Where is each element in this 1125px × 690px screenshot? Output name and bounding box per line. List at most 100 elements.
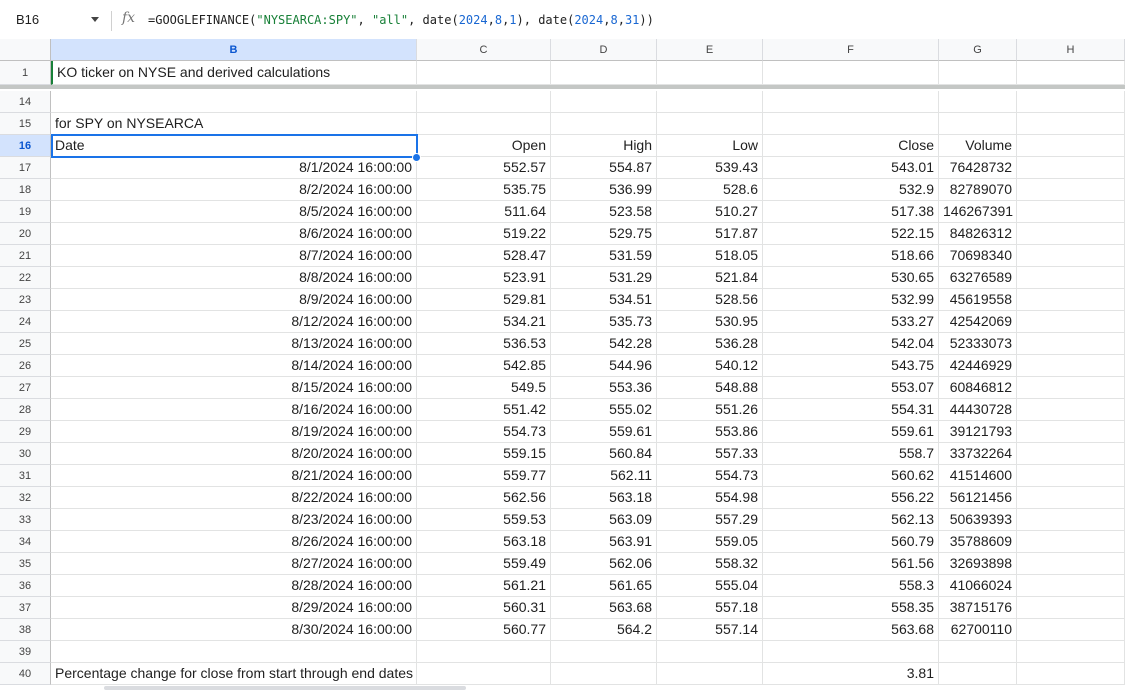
table-cell-open[interactable]: 559.77 <box>417 465 551 487</box>
table-cell-volume[interactable]: 35788609 <box>939 531 1017 553</box>
column-header-f[interactable]: F <box>763 39 939 61</box>
table-cell-low[interactable]: 517.87 <box>657 223 763 245</box>
table-cell-open[interactable]: 554.73 <box>417 421 551 443</box>
row-header-16[interactable]: 16 <box>0 135 51 157</box>
table-cell-open[interactable]: 542.85 <box>417 355 551 377</box>
table-cell-date[interactable]: 8/22/2024 16:00:00 <box>51 487 417 509</box>
percentage-change-value[interactable]: 3.81 <box>763 663 939 685</box>
cell[interactable] <box>657 61 763 85</box>
cell[interactable] <box>551 91 657 113</box>
table-cell-volume[interactable]: 41514600 <box>939 465 1017 487</box>
row-header-18[interactable]: 18 <box>0 179 51 201</box>
table-cell-high[interactable]: 563.68 <box>551 597 657 619</box>
table-cell-open[interactable]: 551.42 <box>417 399 551 421</box>
table-cell-close[interactable]: 553.07 <box>763 377 939 399</box>
table-cell-volume[interactable]: 44430728 <box>939 399 1017 421</box>
table-cell-date[interactable]: 8/20/2024 16:00:00 <box>51 443 417 465</box>
table-cell-date[interactable]: 8/13/2024 16:00:00 <box>51 333 417 355</box>
row-header-21[interactable]: 21 <box>0 245 51 267</box>
cell[interactable] <box>417 91 551 113</box>
column-title-close[interactable]: Close <box>763 135 939 157</box>
row-header-31[interactable]: 31 <box>0 465 51 487</box>
cell[interactable] <box>763 113 939 135</box>
row-header-32[interactable]: 32 <box>0 487 51 509</box>
cell[interactable] <box>551 61 657 85</box>
table-cell-date[interactable]: 8/15/2024 16:00:00 <box>51 377 417 399</box>
table-cell-close[interactable]: 533.27 <box>763 311 939 333</box>
horizontal-scrollbar[interactable] <box>104 686 466 690</box>
row-header-28[interactable]: 28 <box>0 399 51 421</box>
column-header-c[interactable]: C <box>417 39 551 61</box>
cell[interactable] <box>51 91 417 113</box>
table-cell-low[interactable]: 557.18 <box>657 597 763 619</box>
column-header-b[interactable]: B <box>51 39 417 61</box>
cell[interactable] <box>1017 575 1125 597</box>
cell[interactable] <box>1017 245 1125 267</box>
table-cell-open[interactable]: 549.5 <box>417 377 551 399</box>
cell[interactable] <box>1017 135 1125 157</box>
table-cell-low[interactable]: 553.86 <box>657 421 763 443</box>
table-cell-date[interactable]: 8/5/2024 16:00:00 <box>51 201 417 223</box>
table-cell-volume[interactable]: 82789070 <box>939 179 1017 201</box>
table-cell-date[interactable]: 8/14/2024 16:00:00 <box>51 355 417 377</box>
cell[interactable] <box>1017 509 1125 531</box>
cell[interactable] <box>1017 487 1125 509</box>
column-title-open[interactable]: Open <box>417 135 551 157</box>
table-cell-open[interactable]: 559.15 <box>417 443 551 465</box>
cell[interactable] <box>939 91 1017 113</box>
cell[interactable] <box>1017 641 1125 663</box>
cell[interactable] <box>1017 267 1125 289</box>
table-cell-open[interactable]: 528.47 <box>417 245 551 267</box>
cell[interactable] <box>939 663 1017 685</box>
table-cell-low[interactable]: 518.05 <box>657 245 763 267</box>
row-header-34[interactable]: 34 <box>0 531 51 553</box>
cell[interactable] <box>551 663 657 685</box>
row-header-37[interactable]: 37 <box>0 597 51 619</box>
table-cell-volume[interactable]: 41066024 <box>939 575 1017 597</box>
table-cell-high[interactable]: 555.02 <box>551 399 657 421</box>
cell[interactable] <box>657 663 763 685</box>
row-header-1[interactable]: 1 <box>0 61 51 85</box>
row-header-26[interactable]: 26 <box>0 355 51 377</box>
row-header-15[interactable]: 15 <box>0 113 51 135</box>
table-cell-close[interactable]: 554.31 <box>763 399 939 421</box>
row-header-24[interactable]: 24 <box>0 311 51 333</box>
table-cell-low[interactable]: 555.04 <box>657 575 763 597</box>
table-cell-volume[interactable]: 42542069 <box>939 311 1017 333</box>
row-header-33[interactable]: 33 <box>0 509 51 531</box>
table-cell-volume[interactable]: 76428732 <box>939 157 1017 179</box>
table-cell-close[interactable]: 530.65 <box>763 267 939 289</box>
table-cell-high[interactable]: 560.84 <box>551 443 657 465</box>
cell[interactable] <box>763 91 939 113</box>
table-cell-date[interactable]: 8/8/2024 16:00:00 <box>51 267 417 289</box>
percentage-change-label[interactable]: Percentage change for close from start t… <box>51 663 417 685</box>
cell[interactable] <box>51 641 417 663</box>
table-cell-close[interactable]: 522.15 <box>763 223 939 245</box>
table-cell-high[interactable]: 564.2 <box>551 619 657 641</box>
table-cell-volume[interactable]: 70698340 <box>939 245 1017 267</box>
row-header-17[interactable]: 17 <box>0 157 51 179</box>
table-cell-date[interactable]: 8/16/2024 16:00:00 <box>51 399 417 421</box>
table-cell-volume[interactable]: 33732264 <box>939 443 1017 465</box>
table-cell-low[interactable]: 554.98 <box>657 487 763 509</box>
cell[interactable] <box>1017 113 1125 135</box>
table-cell-open[interactable]: 560.31 <box>417 597 551 619</box>
table-cell-low[interactable]: 530.95 <box>657 311 763 333</box>
table-cell-date[interactable]: 8/6/2024 16:00:00 <box>51 223 417 245</box>
table-cell-date[interactable]: 8/2/2024 16:00:00 <box>51 179 417 201</box>
table-cell-low[interactable]: 521.84 <box>657 267 763 289</box>
table-cell-low[interactable]: 528.6 <box>657 179 763 201</box>
row-header-25[interactable]: 25 <box>0 333 51 355</box>
table-cell-open[interactable]: 511.64 <box>417 201 551 223</box>
table-cell-date[interactable]: 8/30/2024 16:00:00 <box>51 619 417 641</box>
cell[interactable] <box>1017 157 1125 179</box>
table-cell-open[interactable]: 560.77 <box>417 619 551 641</box>
table-cell-open[interactable]: 559.49 <box>417 553 551 575</box>
column-header-h[interactable]: H <box>1017 39 1125 61</box>
column-title-high[interactable]: High <box>551 135 657 157</box>
table-cell-low[interactable]: 557.14 <box>657 619 763 641</box>
table-cell-volume[interactable]: 42446929 <box>939 355 1017 377</box>
table-cell-low[interactable]: 536.28 <box>657 333 763 355</box>
row-header-40[interactable]: 40 <box>0 663 51 685</box>
row-header-29[interactable]: 29 <box>0 421 51 443</box>
